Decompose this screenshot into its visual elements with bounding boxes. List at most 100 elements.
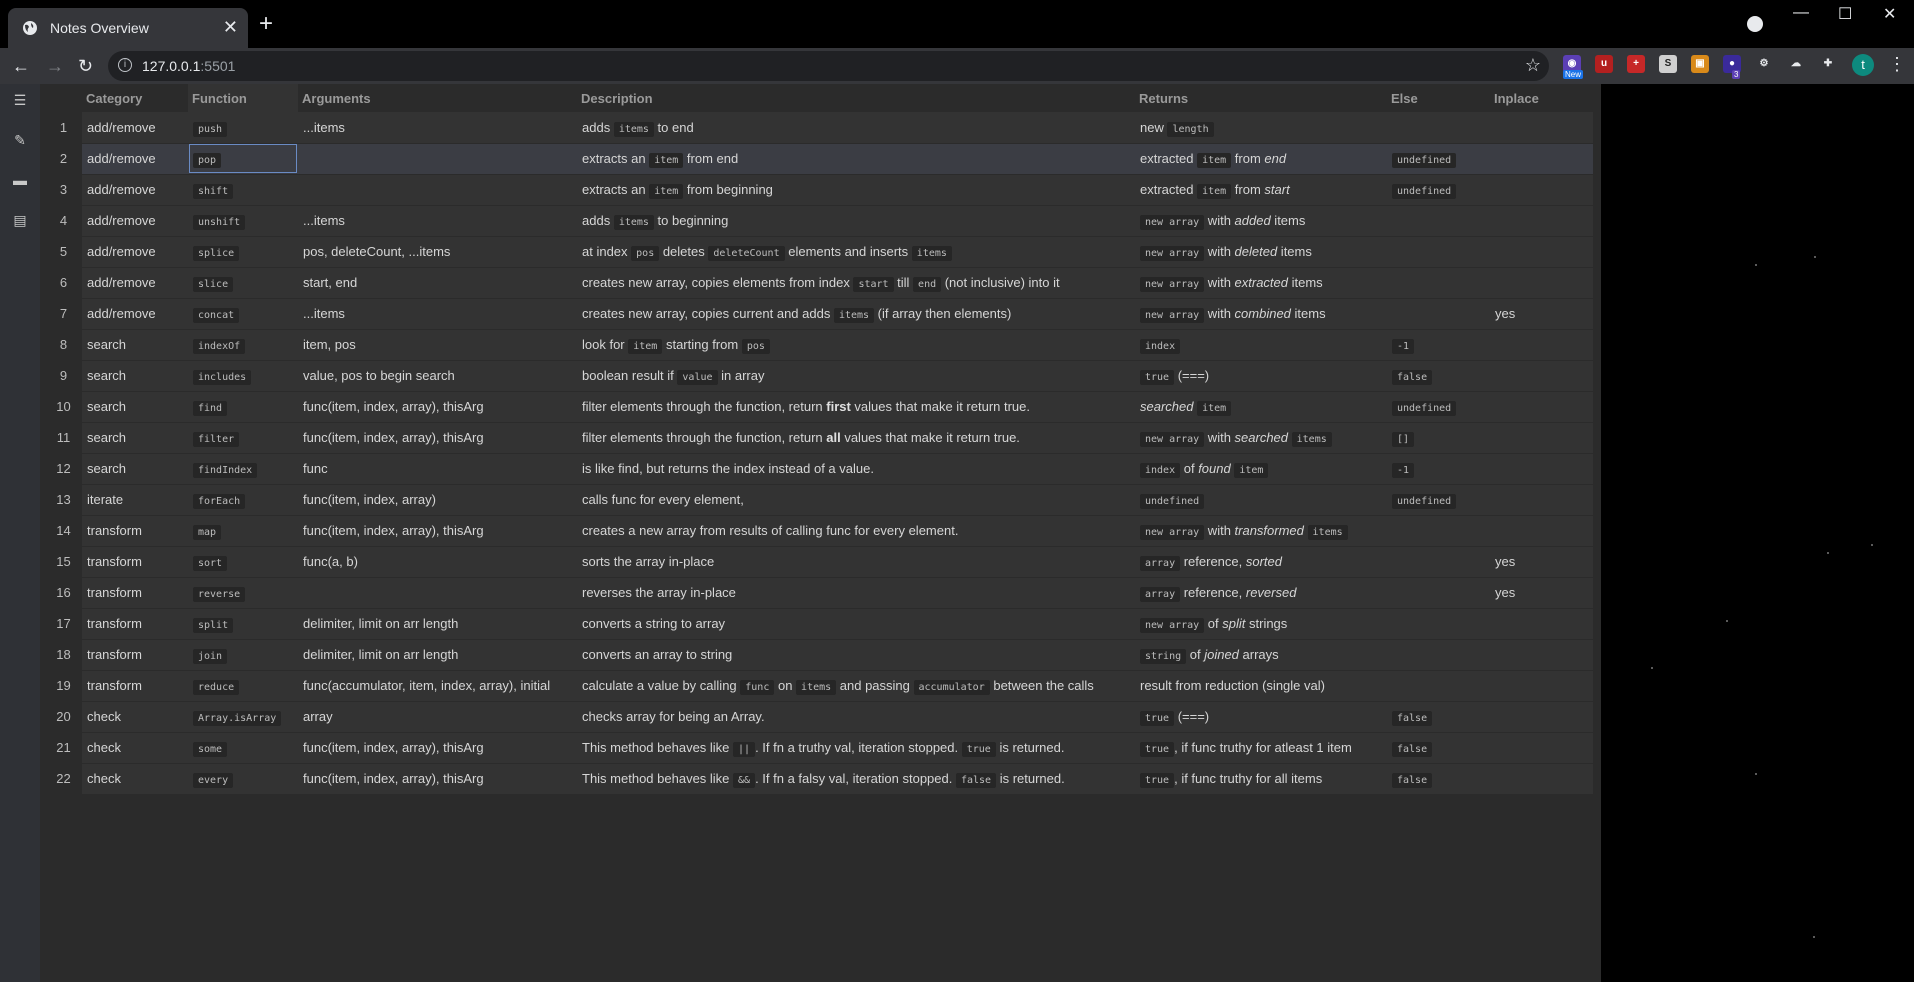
cell-function[interactable]: split bbox=[188, 608, 298, 640]
cell-returns[interactable]: index of found item bbox=[1135, 453, 1387, 485]
row-number[interactable]: 15 bbox=[45, 546, 82, 578]
cell-returns[interactable]: true, if func truthy for all items bbox=[1135, 763, 1387, 795]
cell-function[interactable]: find bbox=[188, 391, 298, 423]
cell-returns[interactable]: extracted item from start bbox=[1135, 174, 1387, 206]
cell-category[interactable]: transform bbox=[82, 670, 188, 702]
cell-inplace[interactable] bbox=[1490, 267, 1593, 299]
cell-arguments[interactable]: ...items bbox=[298, 205, 577, 237]
cell-category[interactable]: add/remove bbox=[82, 267, 188, 299]
row-number[interactable]: 16 bbox=[45, 577, 82, 609]
cell-category[interactable]: search bbox=[82, 329, 188, 361]
row-number[interactable]: 20 bbox=[45, 701, 82, 733]
cell-description[interactable]: creates new array, copies current and ad… bbox=[577, 298, 1135, 330]
cell-description[interactable]: extracts an item from end bbox=[577, 143, 1135, 175]
cell-returns[interactable]: extracted item from end bbox=[1135, 143, 1387, 175]
column-header-description[interactable]: Description bbox=[577, 84, 1135, 112]
column-header-category[interactable]: Category bbox=[82, 84, 188, 112]
cell-category[interactable]: check bbox=[82, 763, 188, 795]
maximize-icon[interactable]: ☐ bbox=[1838, 4, 1852, 24]
table-row[interactable]: 13 iterate forEach func(item, index, array)… bbox=[45, 484, 1593, 516]
table-row[interactable]: 8 search indexOf item, pos look for item sta… bbox=[45, 329, 1593, 361]
document-icon[interactable]: ▤ bbox=[12, 212, 28, 228]
table-row[interactable]: 11 search filter func(item, index, array), … bbox=[45, 422, 1593, 454]
cell-description[interactable]: is like find, but returns the index inst… bbox=[577, 453, 1135, 485]
cell-arguments[interactable]: func(item, index, array) bbox=[298, 484, 577, 516]
cell-inplace[interactable] bbox=[1490, 360, 1593, 392]
extension-cloud-icon[interactable]: ☁ bbox=[1787, 55, 1805, 73]
cell-category[interactable]: add/remove bbox=[82, 143, 188, 175]
row-number[interactable]: 18 bbox=[45, 639, 82, 671]
cell-inplace[interactable] bbox=[1490, 112, 1593, 144]
cell-else[interactable]: undefined bbox=[1387, 143, 1490, 175]
cell-else[interactable] bbox=[1387, 608, 1490, 640]
cell-function[interactable]: join bbox=[188, 639, 298, 671]
cell-category[interactable]: search bbox=[82, 453, 188, 485]
cell-function[interactable]: filter bbox=[188, 422, 298, 454]
row-number[interactable]: 17 bbox=[45, 608, 82, 640]
cell-function[interactable]: sort bbox=[188, 546, 298, 578]
cell-else[interactable] bbox=[1387, 639, 1490, 671]
address-bar[interactable]: i 127.0.0.1:5501 ☆ bbox=[108, 51, 1549, 81]
cell-inplace[interactable] bbox=[1490, 608, 1593, 640]
table-row[interactable]: 16 transform reverse reverses the array in-… bbox=[45, 577, 1593, 609]
close-tab-icon[interactable]: ✕ bbox=[223, 18, 238, 36]
cell-description[interactable]: extracts an item from beginning bbox=[577, 174, 1135, 206]
cell-else[interactable]: undefined bbox=[1387, 174, 1490, 206]
row-number[interactable]: 21 bbox=[45, 732, 82, 764]
row-number[interactable]: 14 bbox=[45, 515, 82, 547]
cell-inplace[interactable] bbox=[1490, 639, 1593, 671]
cell-returns[interactable]: true, if func truthy for atleast 1 item bbox=[1135, 732, 1387, 764]
cell-function[interactable]: reverse bbox=[188, 577, 298, 609]
row-number[interactable]: 1 bbox=[45, 112, 82, 144]
tab-search-button[interactable] bbox=[1747, 16, 1763, 32]
cell-returns[interactable]: new array with deleted items bbox=[1135, 236, 1387, 268]
cell-arguments[interactable]: delimiter, limit on arr length bbox=[298, 608, 577, 640]
cell-description[interactable]: calculate a value by calling func on ite… bbox=[577, 670, 1135, 702]
cell-arguments[interactable]: ...items bbox=[298, 112, 577, 144]
cell-returns[interactable]: new array with transformed items bbox=[1135, 515, 1387, 547]
table-row[interactable]: 2 add/remove pop extracts an item from end e… bbox=[45, 143, 1593, 175]
cell-else[interactable]: [] bbox=[1387, 422, 1490, 454]
table-row[interactable]: 22 check every func(item, index, array), th… bbox=[45, 763, 1593, 795]
row-number[interactable]: 13 bbox=[45, 484, 82, 516]
cell-arguments[interactable]: ...items bbox=[298, 298, 577, 330]
cell-inplace[interactable] bbox=[1490, 391, 1593, 423]
cell-arguments[interactable]: value, pos to begin search bbox=[298, 360, 577, 392]
cell-inplace[interactable] bbox=[1490, 515, 1593, 547]
cell-returns[interactable]: true (===) bbox=[1135, 701, 1387, 733]
cell-else[interactable]: -1 bbox=[1387, 453, 1490, 485]
cell-inplace[interactable] bbox=[1490, 484, 1593, 516]
table-row[interactable]: 19 transform reduce func(accumulator, item,… bbox=[45, 670, 1593, 702]
cell-function[interactable]: concat bbox=[188, 298, 298, 330]
extension-plus-icon[interactable]: + bbox=[1627, 55, 1645, 73]
menu-icon[interactable]: ☰ bbox=[12, 92, 28, 108]
forward-icon[interactable]: → bbox=[46, 56, 64, 76]
cell-description[interactable]: adds items to beginning bbox=[577, 205, 1135, 237]
row-number[interactable]: 11 bbox=[45, 422, 82, 454]
browser-tab[interactable]: Notes Overview ✕ bbox=[8, 8, 248, 48]
reload-icon[interactable]: ↻ bbox=[78, 56, 93, 76]
cell-category[interactable]: transform bbox=[82, 608, 188, 640]
profile-avatar[interactable]: t bbox=[1852, 54, 1874, 76]
row-number[interactable]: 7 bbox=[45, 298, 82, 330]
cell-function[interactable]: shift bbox=[188, 174, 298, 206]
cell-arguments[interactable] bbox=[298, 143, 577, 175]
browser-menu-icon[interactable]: ⋮ bbox=[1888, 54, 1906, 75]
back-icon[interactable]: ← bbox=[12, 56, 30, 76]
cell-returns[interactable]: new array of split strings bbox=[1135, 608, 1387, 640]
extensions-puzzle-icon[interactable]: ✚ bbox=[1819, 55, 1837, 73]
cell-function[interactable]: indexOf bbox=[188, 329, 298, 361]
cell-description[interactable]: adds items to end bbox=[577, 112, 1135, 144]
edit-icon[interactable]: ✎ bbox=[12, 132, 28, 148]
column-header-function[interactable]: Function bbox=[188, 84, 298, 112]
table-row[interactable]: 1 add/remove push ...items adds items to end… bbox=[45, 112, 1593, 144]
table-row[interactable]: 9 search includes value, pos to begin searc… bbox=[45, 360, 1593, 392]
cell-function[interactable]: unshift bbox=[188, 205, 298, 237]
cell-description[interactable]: reverses the array in-place bbox=[577, 577, 1135, 609]
cell-inplace[interactable] bbox=[1490, 205, 1593, 237]
cell-category[interactable]: iterate bbox=[82, 484, 188, 516]
cell-function[interactable]: splice bbox=[188, 236, 298, 268]
cell-description[interactable]: filter elements through the function, re… bbox=[577, 391, 1135, 423]
cell-else[interactable]: false bbox=[1387, 701, 1490, 733]
cell-category[interactable]: check bbox=[82, 701, 188, 733]
